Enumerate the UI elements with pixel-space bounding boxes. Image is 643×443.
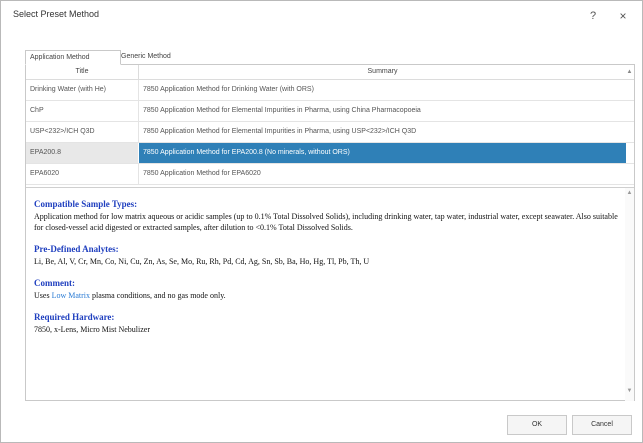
method-summary-cell: 7850 Application Method for Elemental Im… <box>143 107 421 114</box>
table-row[interactable]: Drinking Water (with He) 7850 Applicatio… <box>26 80 634 101</box>
compatible-samples-heading: Compatible Sample Types: <box>34 199 138 209</box>
method-title-cell: ChP <box>30 107 44 114</box>
cancel-button[interactable]: Cancel <box>572 415 632 435</box>
method-description: Compatible Sample Types: Application met… <box>34 198 619 345</box>
method-title-cell: EPA6020 <box>30 170 60 177</box>
method-grid: Title Summary ▲ Drinking Water (with He)… <box>26 65 634 187</box>
method-summary-cell: 7850 Application Method for Drinking Wat… <box>143 86 314 93</box>
column-divider <box>138 164 139 184</box>
column-header-summary[interactable]: Summary <box>139 65 626 79</box>
scroll-up-arrow-icon[interactable]: ▲ <box>625 190 634 196</box>
column-divider <box>138 80 139 100</box>
method-title-cell: USP<232>/ICH Q3D <box>30 128 95 135</box>
table-row-selected[interactable]: EPA200.8 7850 Application Method for EPA… <box>26 143 634 164</box>
dialog-title: Select Preset Method <box>13 9 100 19</box>
scroll-up-arrow-icon[interactable]: ▲ <box>625 65 634 79</box>
table-row[interactable]: ChP 7850 Application Method for Elementa… <box>26 101 634 122</box>
select-preset-method-dialog: Select Preset Method ? × Application Met… <box>0 0 643 443</box>
low-matrix-link[interactable]: Low Matrix <box>52 291 90 300</box>
table-row[interactable]: USP<232>/ICH Q3D 7850 Application Method… <box>26 122 634 143</box>
comment-prefix: Uses <box>34 291 50 300</box>
details-scrollbar[interactable]: ▲ ▼ <box>625 188 634 401</box>
close-icon[interactable]: × <box>615 8 631 24</box>
table-row[interactable]: EPA6020 7850 Application Method for EPA6… <box>26 164 634 185</box>
comment-suffix: plasma conditions, and no gas mode only. <box>92 291 226 300</box>
method-summary-cell: 7850 Application Method for EPA6020 <box>143 170 261 177</box>
method-details-pane: Compatible Sample Types: Application met… <box>26 187 634 401</box>
column-divider <box>138 101 139 121</box>
analytes-text: Li, Be, Al, V, Cr, Mn, Co, Ni, Cu, Zn, A… <box>34 257 370 266</box>
compatible-samples-text: Application method for low matrix aqueou… <box>34 212 618 232</box>
tab-panel: Title Summary ▲ Drinking Water (with He)… <box>25 64 635 401</box>
column-divider <box>138 122 139 142</box>
grid-header: Title Summary ▲ <box>26 65 634 80</box>
column-header-title[interactable]: Title <box>26 65 138 79</box>
tab-application-method[interactable]: Application Method <box>25 50 121 65</box>
tab-generic-method[interactable]: Generic Method <box>117 50 203 63</box>
method-title-cell: Drinking Water (with He) <box>30 86 106 93</box>
analytes-heading: Pre-Defined Analytes: <box>34 244 119 254</box>
hardware-text: 7850, x-Lens, Micro Mist Nebulizer <box>34 325 150 334</box>
method-summary-cell: 7850 Application Method for EPA200.8 (No… <box>143 149 350 156</box>
title-bar: Select Preset Method ? × <box>1 1 642 31</box>
scroll-down-arrow-icon[interactable]: ▼ <box>625 388 634 394</box>
ok-button[interactable]: OK <box>507 415 567 435</box>
method-summary-cell: 7850 Application Method for Elemental Im… <box>143 128 417 135</box>
help-button[interactable]: ? <box>585 8 601 24</box>
comment-heading: Comment: <box>34 278 75 288</box>
method-title-cell: EPA200.8 <box>30 149 62 156</box>
hardware-heading: Required Hardware: <box>34 312 115 322</box>
comment-text: Uses Low Matrix plasma conditions, and n… <box>34 290 619 301</box>
